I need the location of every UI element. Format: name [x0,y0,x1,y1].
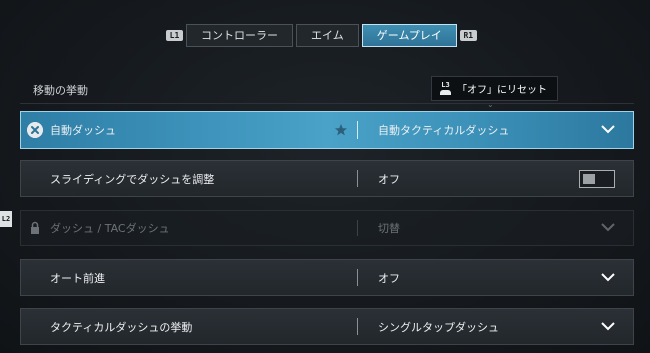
setting-row-slide-sprint[interactable]: スライディングでダッシュを調整 オフ [20,160,634,197]
setting-value[interactable]: オフ [378,260,400,295]
row-divider [357,318,358,335]
setting-row-tactical-sprint-behavior[interactable]: タクティカルダッシュの挙動 シングルタップダッシュ [20,308,634,345]
chevron-down-icon: ⌄ [487,100,494,109]
reset-tooltip: L3 「オフ」にリセット [431,76,558,101]
setting-label: スライディングでダッシュを調整 [50,172,215,186]
chevron-down-icon[interactable] [601,321,615,331]
toggle-switch[interactable] [579,169,615,188]
chevron-down-icon [601,223,615,232]
setting-value[interactable]: シングルタップダッシュ [378,309,499,344]
l2-button-hint[interactable]: L2 [0,211,12,227]
toggle-knob [583,173,595,184]
setting-value[interactable]: 自動タクティカルダッシュ [378,112,509,148]
tab-aim[interactable]: エイム [296,24,359,47]
setting-label: オート前進 [50,271,105,285]
l3-stick-icon: L3 [440,82,451,95]
setting-value: オフ [378,172,400,186]
lock-icon [31,221,39,234]
chevron-down-icon[interactable] [601,125,615,134]
r1-button-hint[interactable]: R1 [459,30,477,41]
setting-row-auto-move-forward[interactable]: オート前進 オフ [20,259,634,296]
setting-row-auto-sprint[interactable]: 自動ダッシュ 自動タクティカルダッシュ [20,111,634,149]
setting-row-sprint-tac-sprint: ダッシュ / TACダッシュ 切替 [20,210,634,246]
stick-shape [440,90,451,95]
chevron-down-icon[interactable] [601,272,615,282]
setting-label: ダッシュ / TACダッシュ [50,222,170,235]
setting-label: タクティカルダッシュの挙動 [50,320,193,334]
row-divider [357,269,358,286]
l1-button-hint[interactable]: L1 [166,30,183,41]
section-title: 移動の挙動 [33,84,88,97]
star-icon[interactable] [334,123,348,137]
row-divider [357,121,358,139]
reset-tooltip-text: 「オフ」にリセット [457,85,547,96]
setting-value: 切替 [378,222,400,235]
tab-gameplay[interactable]: ゲームプレイ [361,24,457,47]
tab-controller[interactable]: コントローラー [186,24,293,47]
row-divider [357,220,358,236]
tab-bar: L1 コントローラー エイム ゲームプレイ R1 [166,24,477,47]
clear-icon[interactable] [27,122,43,138]
section-divider [20,103,634,104]
setting-label: 自動ダッシュ [50,124,116,137]
row-divider [357,170,358,187]
l3-button-hint: L3 [441,81,450,89]
